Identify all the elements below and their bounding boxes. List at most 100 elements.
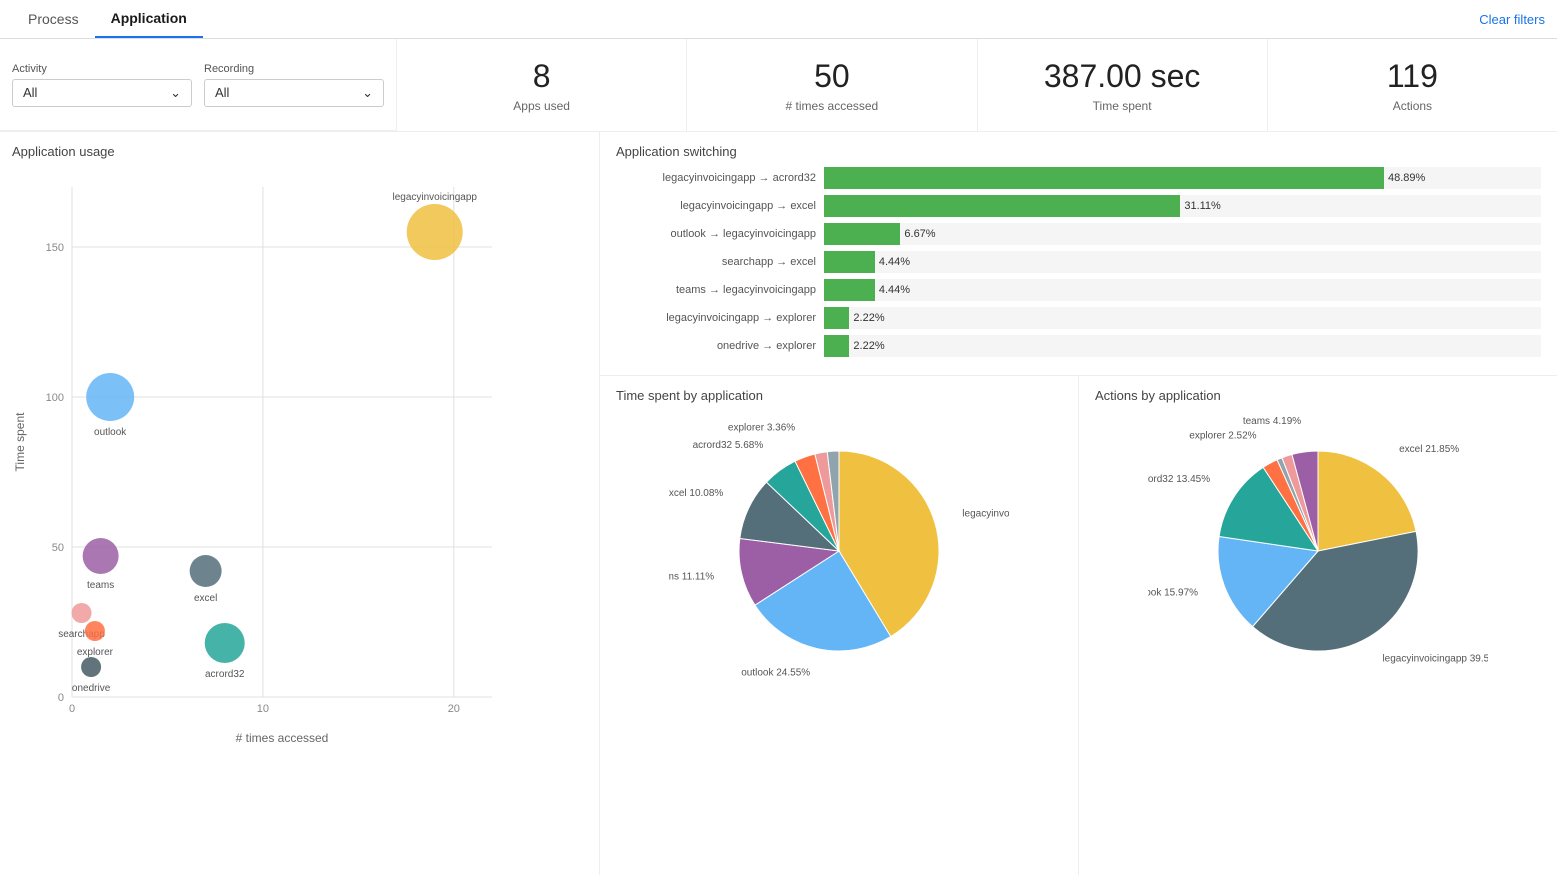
bar-pct: 6.67% [904, 228, 935, 240]
actions-value: 119 [1288, 57, 1537, 95]
tabs-bar: Process Application Clear filters [0, 0, 1557, 39]
bar-label: outlook → legacyinvoicingapp [616, 228, 816, 240]
svg-text:onedrive: onedrive [72, 683, 111, 694]
apps-used-value: 8 [417, 57, 666, 95]
recording-filter: Recording All ⌄ [204, 63, 384, 107]
svg-text:20: 20 [448, 703, 460, 715]
svg-text:explorer 2.52%: explorer 2.52% [1189, 431, 1256, 442]
right-panel: Application switching legacyinvoicingapp… [600, 132, 1557, 875]
svg-text:excel 10.08%: excel 10.08% [669, 489, 723, 500]
activity-value: All [23, 85, 37, 100]
bar-label: searchapp → excel [616, 256, 816, 268]
app-switching-section: Application switching legacyinvoicingapp… [600, 132, 1557, 376]
stat-times-accessed: 50 # times accessed [686, 39, 976, 131]
bar-track: 48.89% [824, 167, 1541, 189]
bar-row-0: legacyinvoicingapp → acrord32 48.89% [616, 167, 1541, 189]
bar-label: legacyinvoicingapp → acrord32 [616, 172, 816, 184]
activity-chevron-icon: ⌄ [170, 85, 181, 101]
time-spent-value: 387.00 sec [998, 57, 1247, 95]
svg-text:150: 150 [46, 242, 64, 254]
app-switching-title: Application switching [616, 144, 1541, 159]
bar-row-6: onedrive → explorer 2.22% [616, 335, 1541, 357]
bar-row-4: teams → legacyinvoicingapp 4.44% [616, 279, 1541, 301]
bar-label: onedrive → explorer [616, 340, 816, 352]
bar-fill [824, 335, 849, 357]
svg-text:10: 10 [257, 703, 269, 715]
bottom-charts: Time spent by application legacyinvoicin… [600, 376, 1557, 875]
bar-pct: 2.22% [853, 312, 884, 324]
bar-fill [824, 195, 1180, 217]
actions-label: Actions [1288, 99, 1537, 113]
bar-pct: 31.11% [1184, 200, 1221, 212]
svg-text:excel: excel [194, 593, 217, 604]
tab-application[interactable]: Application [95, 0, 203, 38]
bar-fill [824, 251, 875, 273]
bar-fill [824, 279, 875, 301]
recording-value: All [215, 85, 229, 100]
recording-select[interactable]: All ⌄ [204, 79, 384, 107]
svg-text:0: 0 [58, 692, 64, 704]
bar-pct: 4.44% [879, 256, 910, 268]
svg-text:teams: teams [87, 580, 114, 591]
svg-text:acrord32: acrord32 [205, 669, 245, 680]
svg-text:excel 21.85%: excel 21.85% [1399, 444, 1459, 455]
bar-track: 2.22% [824, 307, 1541, 329]
svg-text:# times accessed: # times accessed [236, 731, 329, 745]
time-spent-label: Time spent [998, 99, 1247, 113]
bar-row-2: outlook → legacyinvoicingapp 6.67% [616, 223, 1541, 245]
bar-track: 6.67% [824, 223, 1541, 245]
bar-track: 31.11% [824, 195, 1541, 217]
svg-text:legacyinvoicingapp 39.5%: legacyinvoicingapp 39.5% [1382, 654, 1488, 665]
bar-fill [824, 167, 1384, 189]
recording-label: Recording [204, 63, 384, 75]
bar-track: 2.22% [824, 335, 1541, 357]
recording-chevron-icon: ⌄ [362, 85, 373, 101]
apps-used-label: Apps used [417, 99, 666, 113]
activity-select[interactable]: All ⌄ [12, 79, 192, 107]
svg-text:acrord32 5.68%: acrord32 5.68% [693, 440, 764, 451]
bars-container: legacyinvoicingapp → acrord32 48.89% leg… [616, 167, 1541, 357]
activity-label: Activity [12, 63, 192, 75]
bar-pct: 2.22% [853, 340, 884, 352]
bar-row-3: searchapp → excel 4.44% [616, 251, 1541, 273]
svg-text:teams 11.11%: teams 11.11% [669, 572, 714, 583]
actions-chart-panel: Actions by application excel 21.85% legac… [1079, 376, 1557, 875]
bar-fill [824, 307, 849, 329]
times-accessed-label: # times accessed [707, 99, 956, 113]
activity-filter: Activity All ⌄ [12, 63, 192, 107]
svg-text:explorer 3.36%: explorer 3.36% [728, 423, 795, 434]
svg-text:explorer: explorer [77, 647, 114, 658]
scatter-panel: Application usage 01020050100150# times … [0, 132, 600, 875]
scatter-chart: 01020050100150# times accessedTime spent… [12, 167, 572, 767]
times-accessed-value: 50 [707, 57, 956, 95]
bar-row-5: legacyinvoicingapp → explorer 2.22% [616, 307, 1541, 329]
svg-text:legacyinvoicingapp 41.34%: legacyinvoicingapp 41.34% [962, 509, 1009, 520]
bar-label: teams → legacyinvoicingapp [616, 284, 816, 296]
actions-pie: excel 21.85% legacyinvoicingapp 39.5% outl… [1148, 411, 1488, 691]
bar-track: 4.44% [824, 279, 1541, 301]
clear-filters-button[interactable]: Clear filters [1479, 12, 1545, 27]
svg-text:50: 50 [52, 542, 64, 554]
bar-row-1: legacyinvoicingapp → excel 31.11% [616, 195, 1541, 217]
filters-section: Activity All ⌄ Recording All ⌄ [0, 39, 397, 131]
time-spent-chart-title: Time spent by application [616, 388, 1062, 403]
bar-label: legacyinvoicingapp → excel [616, 200, 816, 212]
svg-text:0: 0 [69, 703, 75, 715]
tab-process[interactable]: Process [12, 1, 95, 37]
stats-section: 8 Apps used 50 # times accessed 387.00 s… [397, 39, 1557, 131]
bar-track: 4.44% [824, 251, 1541, 273]
time-spent-pie-container: legacyinvoicingapp 41.34% outlook 24.55% t… [616, 411, 1062, 691]
svg-text:outlook 24.55%: outlook 24.55% [741, 668, 810, 679]
bar-pct: 48.89% [1388, 172, 1425, 184]
svg-text:outlook: outlook [94, 427, 127, 438]
stat-time-spent: 387.00 sec Time spent [977, 39, 1267, 131]
svg-text:acrord32 13.45%: acrord32 13.45% [1148, 474, 1210, 485]
actions-chart-title: Actions by application [1095, 388, 1541, 403]
actions-pie-container: excel 21.85% legacyinvoicingapp 39.5% outl… [1095, 411, 1541, 691]
bar-pct: 4.44% [879, 284, 910, 296]
svg-text:legacyinvoicingapp: legacyinvoicingapp [392, 192, 477, 203]
svg-text:Time spent: Time spent [13, 412, 27, 472]
time-spent-pie: legacyinvoicingapp 41.34% outlook 24.55% t… [669, 411, 1009, 691]
svg-text:outlook 15.97%: outlook 15.97% [1148, 588, 1198, 599]
scatter-title: Application usage [12, 144, 587, 159]
